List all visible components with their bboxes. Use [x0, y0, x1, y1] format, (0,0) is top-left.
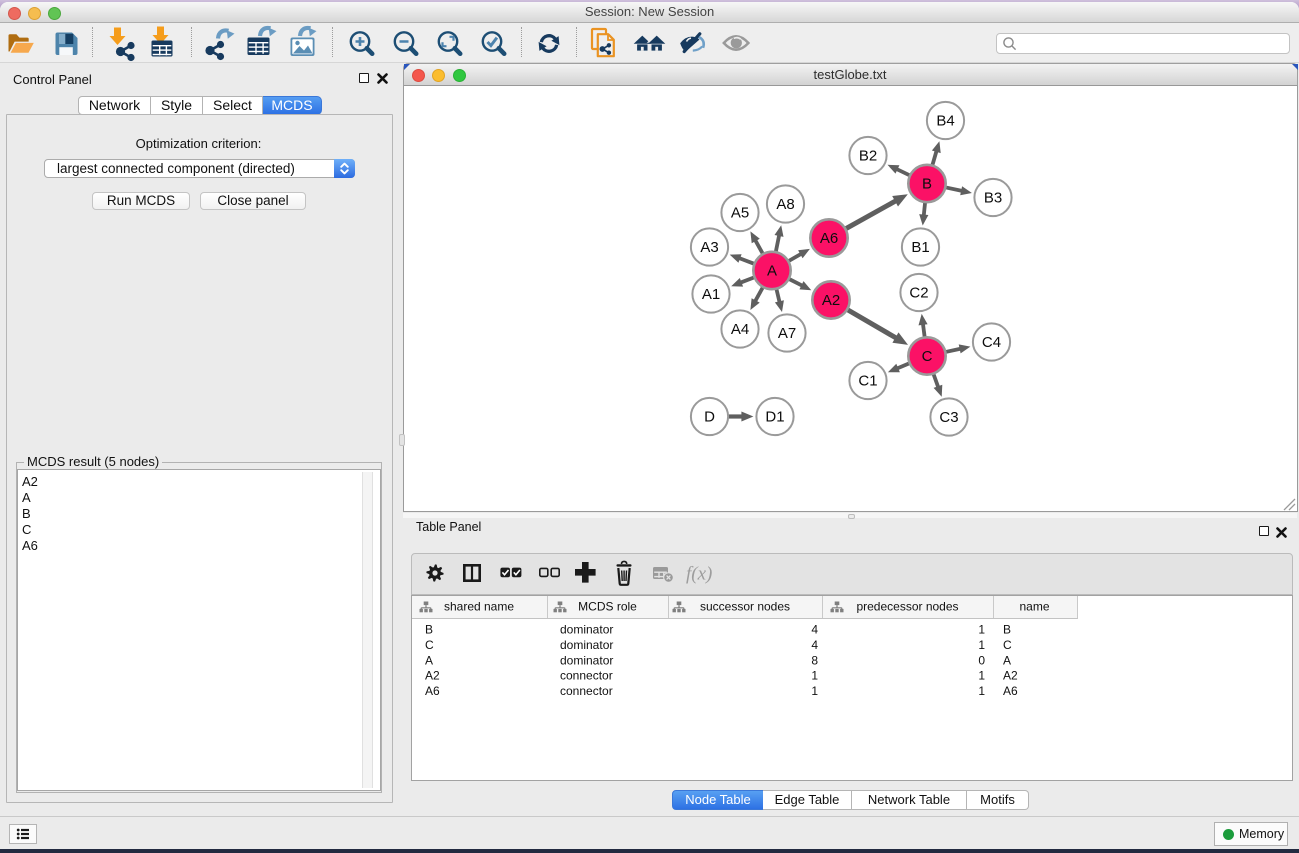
- svg-text:A8: A8: [776, 196, 794, 213]
- svg-text:connector: connector: [560, 684, 613, 698]
- svg-text:dominator: dominator: [560, 653, 613, 667]
- svg-text:8: 8: [811, 653, 818, 667]
- svg-text:4: 4: [811, 623, 818, 637]
- svg-text:predecessor nodes: predecessor nodes: [856, 600, 958, 614]
- svg-text:A6: A6: [820, 230, 838, 247]
- svg-text:0: 0: [978, 653, 985, 667]
- svg-text:A: A: [767, 263, 777, 280]
- svg-text:successor nodes: successor nodes: [700, 600, 790, 614]
- svg-text:A6: A6: [1003, 684, 1018, 698]
- svg-text:B4: B4: [936, 113, 954, 130]
- svg-text:C3: C3: [939, 409, 958, 426]
- svg-text:B2: B2: [859, 148, 877, 165]
- svg-text:MCDS role: MCDS role: [578, 600, 637, 614]
- svg-text:1: 1: [811, 684, 818, 698]
- svg-text:A5: A5: [731, 205, 749, 222]
- svg-text:C4: C4: [982, 334, 1001, 351]
- svg-text:C: C: [922, 348, 933, 365]
- svg-text:A2: A2: [1003, 669, 1018, 683]
- svg-text:B3: B3: [984, 190, 1002, 207]
- svg-text:A7: A7: [778, 325, 796, 342]
- svg-text:1: 1: [811, 669, 818, 683]
- svg-text:C: C: [425, 638, 434, 652]
- svg-text:dominator: dominator: [560, 623, 613, 637]
- svg-text:A: A: [425, 653, 433, 667]
- svg-text:A3: A3: [700, 239, 718, 256]
- svg-text:A4: A4: [731, 321, 749, 338]
- svg-text:dominator: dominator: [560, 638, 613, 652]
- svg-text:1: 1: [978, 638, 985, 652]
- svg-text:f(x): f(x): [686, 564, 712, 585]
- svg-text:connector: connector: [560, 669, 613, 683]
- svg-text:C2: C2: [909, 285, 928, 302]
- svg-text:A: A: [1003, 653, 1011, 667]
- svg-text:A6: A6: [425, 684, 440, 698]
- svg-text:D: D: [704, 409, 715, 426]
- svg-text:shared name: shared name: [444, 600, 514, 614]
- svg-text:1: 1: [978, 684, 985, 698]
- svg-text:4: 4: [811, 638, 818, 652]
- svg-text:B1: B1: [911, 239, 929, 256]
- svg-text:A1: A1: [702, 286, 720, 303]
- svg-text:A2: A2: [822, 292, 840, 309]
- svg-text:A2: A2: [425, 669, 440, 683]
- svg-text:B: B: [922, 176, 932, 193]
- svg-text:B: B: [425, 623, 433, 637]
- svg-text:name: name: [1019, 600, 1049, 614]
- svg-text:B: B: [1003, 623, 1011, 637]
- svg-text:C1: C1: [858, 373, 877, 390]
- svg-text:1: 1: [978, 623, 985, 637]
- svg-text:1: 1: [978, 669, 985, 683]
- svg-text:C: C: [1003, 638, 1012, 652]
- svg-text:D1: D1: [765, 409, 784, 426]
